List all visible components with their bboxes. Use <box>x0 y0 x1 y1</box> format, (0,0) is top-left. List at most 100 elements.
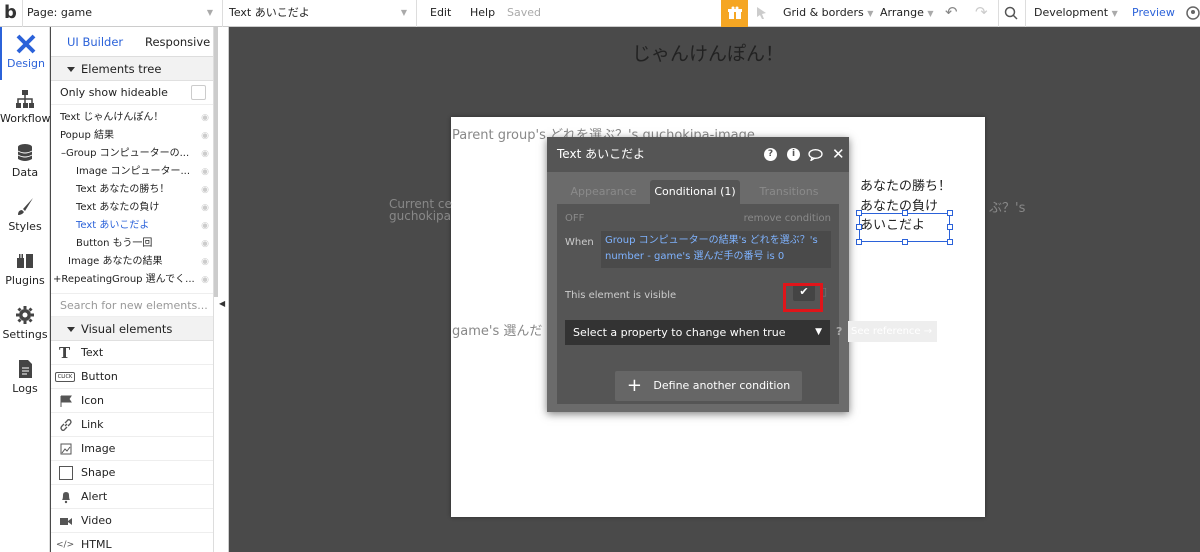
visual-element-shape[interactable]: Shape <box>51 461 213 485</box>
tree-item[interactable]: Popup 結果 ◉ <box>51 127 213 145</box>
visual-element-html[interactable]: </> HTML <box>51 533 213 552</box>
resize-handle[interactable] <box>947 224 953 230</box>
chevron-down-icon: ▼ <box>206 8 213 17</box>
gift-icon[interactable] <box>721 0 748 27</box>
eye-icon[interactable]: ◉ <box>201 199 209 217</box>
nav-workflow-label: Workflow <box>0 112 51 125</box>
see-reference-button[interactable]: See reference → <box>848 321 937 342</box>
tree-item[interactable]: Image コンピューター... ◉ <box>51 163 213 181</box>
visual-element-text[interactable]: T Text <box>51 341 213 365</box>
nav-styles[interactable]: Styles <box>0 190 50 243</box>
resize-handle[interactable] <box>856 210 862 216</box>
nav-logs[interactable]: Logs <box>0 352 50 405</box>
tree-item[interactable]: Button もう一回 ◉ <box>51 235 213 253</box>
help-menu[interactable]: Help <box>470 0 495 27</box>
tree-item[interactable]: Text あなたの勝ち！ ◉ <box>51 181 213 199</box>
resize-handle[interactable] <box>856 239 862 245</box>
tab-transitions[interactable]: Transitions <box>740 180 838 204</box>
help-q-icon[interactable]: ? <box>836 325 842 338</box>
property-select[interactable]: Select a property to change when true ▼ <box>565 320 830 345</box>
property-editor-header[interactable]: Text あいこだよ ? i ✕ <box>547 137 849 172</box>
condition-off-toggle[interactable]: OFF <box>565 213 584 224</box>
resize-handle[interactable] <box>902 210 908 216</box>
eye-icon[interactable]: ◉ <box>201 271 209 289</box>
nav-design[interactable]: Design <box>0 27 50 80</box>
nav-data[interactable]: Data <box>0 136 50 189</box>
visual-element-button[interactable]: CLICK Button <box>51 365 213 389</box>
tree-item-selected[interactable]: Text あいこだよ ◉ <box>51 217 213 235</box>
only-hideable-checkbox[interactable] <box>191 85 206 100</box>
search-icon[interactable] <box>1004 0 1018 27</box>
resize-handle[interactable] <box>947 239 953 245</box>
eye-icon[interactable]: ◉ <box>201 235 209 253</box>
truncated-text[interactable]: ぶ？'s <box>989 197 1025 216</box>
grid-borders-menu[interactable]: Grid & borders ▼ <box>783 0 873 27</box>
arrange-menu[interactable]: Arrange ▼ <box>880 0 934 27</box>
eye-icon[interactable]: ◉ <box>201 109 209 127</box>
collapse-arrow-icon[interactable]: ◀ <box>219 299 225 308</box>
undo-icon[interactable]: ↶ <box>945 0 958 27</box>
tree-item-label: Button もう一回 <box>76 238 153 249</box>
development-label: Development <box>1034 6 1109 19</box>
visual-element-alert[interactable]: Alert <box>51 485 213 509</box>
bubble-logo[interactable]: b <box>4 0 17 27</box>
resize-handle[interactable] <box>856 224 862 230</box>
visual-element-link[interactable]: Link <box>51 413 213 437</box>
lose-text[interactable]: あなたの負け <box>860 195 938 214</box>
edit-menu[interactable]: Edit <box>430 0 451 27</box>
panel-scrollbar[interactable] <box>214 27 218 297</box>
current-cell-line: guchokipa <box>389 209 452 223</box>
tree-item-label: Text あなたの負け <box>76 202 160 213</box>
nav-workflow[interactable]: Workflow <box>0 82 51 135</box>
chevron-down-icon: ▼ <box>867 9 874 18</box>
elements-tree-header[interactable]: Elements tree <box>51 57 213 81</box>
win-text[interactable]: あなたの勝ち！ <box>860 175 951 194</box>
redo-icon[interactable]: ↷ <box>975 0 988 27</box>
visual-element-icon[interactable]: Icon <box>51 389 213 413</box>
tab-ui-builder[interactable]: UI Builder <box>67 27 123 57</box>
page-title-text[interactable]: じゃんけんぽん！ <box>632 39 784 66</box>
nav-settings[interactable]: Settings <box>0 298 50 351</box>
eye-icon[interactable]: ◉ <box>201 127 209 145</box>
define-another-condition-button[interactable]: + Define another condition <box>615 371 802 401</box>
close-icon[interactable]: ✕ <box>832 137 845 172</box>
element-selector[interactable]: Text あいこだよ ▼ <box>229 0 411 27</box>
tree-item[interactable]: –Group コンピューターの... ◉ <box>51 145 213 163</box>
info-icon[interactable]: i <box>787 148 800 161</box>
selection-box <box>859 213 950 242</box>
tree-item[interactable]: Image あなたの結果 ◉ <box>51 253 213 271</box>
tab-responsive[interactable]: Responsive <box>145 27 210 57</box>
resize-handle[interactable] <box>947 210 953 216</box>
account-icon[interactable] <box>1186 0 1200 27</box>
cursor-icon[interactable] <box>756 0 768 27</box>
visual-element-label: Video <box>81 514 112 527</box>
eye-icon[interactable]: ◉ <box>201 253 209 271</box>
eye-icon[interactable]: ◉ <box>201 181 209 199</box>
eye-icon[interactable]: ◉ <box>201 217 209 235</box>
help-icon[interactable]: ? <box>764 148 777 161</box>
remove-condition-link[interactable]: remove condition <box>744 213 831 224</box>
comment-icon[interactable] <box>808 149 823 161</box>
tree-item[interactable]: Text あなたの負け ◉ <box>51 199 213 217</box>
visual-elements-header[interactable]: Visual elements <box>51 317 213 341</box>
chevron-down-icon: ▼ <box>1111 9 1118 18</box>
development-menu[interactable]: Development ▼ <box>1034 0 1118 27</box>
tree-item[interactable]: +RepeatingGroup 選んでく... ◉ <box>51 271 213 289</box>
nav-plugins-label: Plugins <box>5 274 45 287</box>
current-cell-text[interactable]: Current ce guchokipa <box>389 198 452 222</box>
preview-button[interactable]: Preview <box>1132 0 1175 27</box>
element-search-input[interactable]: Search for new elements... <box>51 293 213 317</box>
condition-expression[interactable]: Group コンピューターの結果's どれを選ぶ？'s number - gam… <box>601 231 831 268</box>
nav-plugins[interactable]: Plugins <box>0 244 50 297</box>
page-selector[interactable]: Page: game ▼ <box>27 0 217 27</box>
resize-handle[interactable] <box>902 239 908 245</box>
eye-icon[interactable]: ◉ <box>201 145 209 163</box>
panel-collapse-strip[interactable]: ◀ <box>214 27 229 552</box>
eye-icon[interactable]: ◉ <box>201 163 209 181</box>
tab-appearance[interactable]: Appearance <box>557 180 650 204</box>
tab-conditional[interactable]: Conditional (1) <box>650 180 740 204</box>
visual-element-video[interactable]: Video <box>51 509 213 533</box>
tree-item[interactable]: Text じゃんけんぽん！ ◉ <box>51 109 213 127</box>
visual-element-image[interactable]: Image <box>51 437 213 461</box>
games-chosen-text[interactable]: game's 選んだ <box>452 320 542 339</box>
